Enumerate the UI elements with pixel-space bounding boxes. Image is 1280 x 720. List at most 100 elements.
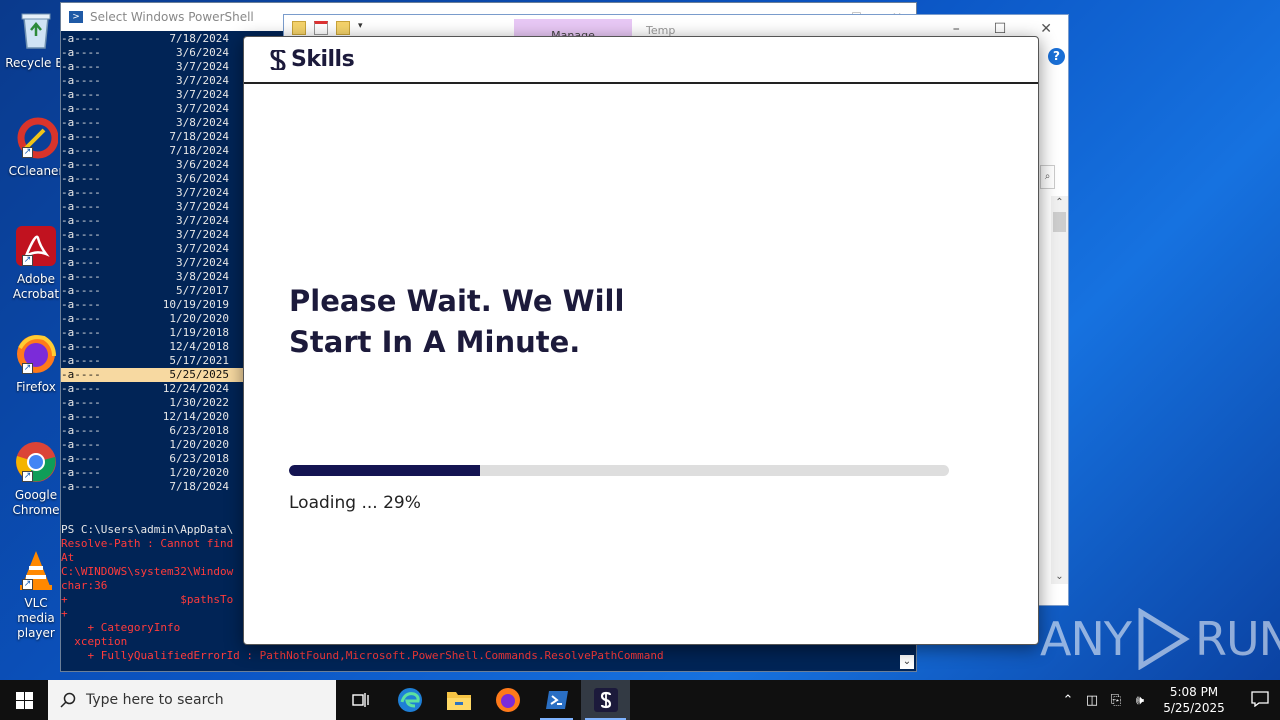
shortcut-arrow-icon: ↗ — [22, 255, 33, 266]
powershell-file-row: -a---- 10/19/2019 — [61, 298, 243, 312]
security-icon[interactable]: ◫ — [1080, 693, 1104, 708]
taskbar-powershell[interactable] — [532, 680, 581, 720]
file-date: 12/4/2018 — [169, 340, 229, 353]
powershell-file-row: -a---- 12/4/2018 — [61, 340, 243, 354]
chevron-up-icon[interactable]: ⌃ — [1056, 693, 1080, 708]
file-date: 7/18/2024 — [169, 480, 229, 493]
explorer-scrollbar[interactable]: ⌃ ⌄ — [1051, 196, 1068, 584]
file-attributes: -a---- — [61, 242, 101, 255]
powershell-file-row: -a---- 1/20/2020 — [61, 438, 243, 452]
system-tray: ⌃ ◫ ⎘ 🕪 5:08 PM 5/25/2025 — [1056, 680, 1280, 720]
file-date: 12/24/2024 — [162, 382, 229, 395]
network-icon[interactable]: ⎘ — [1104, 693, 1128, 708]
powershell-file-row: -a---- 1/20/2020 — [61, 312, 243, 326]
scroll-down-icon[interactable]: ⌄ — [900, 655, 914, 669]
shortcut-arrow-icon: ↗ — [22, 147, 33, 158]
powershell-file-row: -a---- 3/6/2024 — [61, 172, 243, 186]
powershell-file-row: -a---- 7/18/2024 — [61, 144, 243, 158]
skills-brand-name: Skills — [291, 47, 355, 72]
file-attributes: -a---- — [61, 214, 101, 227]
adobe-acrobat-icon: ↗ — [14, 224, 58, 268]
file-attributes: -a---- — [61, 270, 101, 283]
file-attributes: -a---- — [61, 74, 101, 87]
taskbar-file-explorer[interactable] — [434, 680, 483, 720]
desktop-icon-label: CCleaner — [8, 164, 64, 178]
file-attributes: -a---- — [61, 130, 101, 143]
help-icon[interactable]: ? — [1048, 48, 1065, 65]
volume-icon[interactable]: 🕪 — [1128, 693, 1152, 708]
file-date: 7/18/2024 — [169, 144, 229, 157]
desktop-icon-label: Recycle Bi — [5, 56, 67, 70]
taskbar-edge[interactable] — [385, 680, 434, 720]
file-attributes: -a---- — [61, 452, 101, 465]
file-date: 3/7/2024 — [176, 60, 229, 73]
taskbar-skills-app[interactable] — [581, 680, 630, 720]
file-attributes: -a---- — [61, 438, 101, 451]
scrollbar-thumb[interactable] — [1053, 212, 1066, 232]
file-attributes: -a---- — [61, 284, 101, 297]
quick-access-toolbar: ▾ — [292, 21, 372, 35]
desktop-icon-adobe-acrobat[interactable]: ↗ Adobe Acrobat — [4, 224, 68, 302]
minimize-icon[interactable]: – — [953, 21, 960, 37]
file-date: 5/25/2025 — [169, 368, 229, 381]
file-attributes: -a---- — [61, 312, 101, 325]
powershell-file-row: -a---- 3/7/2024 — [61, 88, 243, 102]
search-icon[interactable]: ⌕ — [1040, 165, 1055, 189]
powershell-file-row: -a---- 12/14/2020 — [61, 410, 243, 424]
file-attributes: -a---- — [61, 424, 101, 437]
chevron-down-icon[interactable]: ⌄ — [1051, 570, 1068, 584]
folder-icon[interactable] — [292, 21, 306, 35]
file-attributes: -a---- — [61, 326, 101, 339]
file-date: 3/7/2024 — [176, 74, 229, 87]
file-explorer-icon — [446, 692, 471, 710]
file-date: 10/19/2019 — [162, 298, 229, 311]
loading-heading-line2: Start In A Minute. — [289, 325, 581, 359]
taskbar-clock[interactable]: 5:08 PM 5/25/2025 — [1158, 684, 1230, 716]
chevron-down-icon[interactable]: ▾ — [358, 21, 372, 35]
file-date: 1/20/2020 — [169, 466, 229, 479]
file-date: 3/6/2024 — [176, 172, 229, 185]
powershell-file-row: -a---- 1/19/2018 — [61, 326, 243, 340]
notification-center-button[interactable] — [1240, 690, 1280, 710]
file-attributes: -a---- — [61, 256, 101, 269]
close-icon[interactable]: ✕ — [1040, 21, 1052, 37]
desktop-icon-label: Adobe Acrobat — [12, 272, 60, 301]
windows-logo-icon — [15, 691, 33, 709]
file-date: 3/8/2024 — [176, 116, 229, 129]
taskbar-firefox[interactable] — [483, 680, 532, 720]
file-attributes: -a---- — [61, 480, 101, 493]
skills-header: Skills — [244, 37, 1038, 84]
file-date: 3/7/2024 — [176, 256, 229, 269]
file-attributes: -a---- — [61, 466, 101, 479]
desktop-icon-google-chrome[interactable]: ↗ Google Chrome — [4, 440, 68, 518]
properties-icon[interactable] — [314, 21, 328, 35]
desktop-icon-ccleaner[interactable]: ↗ CCleaner — [4, 116, 68, 179]
task-view-button[interactable] — [336, 680, 385, 720]
watermark-prefix: ANY — [1040, 612, 1132, 666]
skills-app-icon — [593, 688, 618, 712]
shortcut-arrow-icon: ↗ — [22, 363, 33, 374]
window-controls: – ☐ ✕ — [953, 21, 1052, 37]
new-folder-icon[interactable] — [336, 21, 350, 35]
taskbar: Type here to search ⌃ ◫ ⎘ 🕪 5:08 PM 5/25… — [0, 680, 1280, 720]
desktop-icon-vlc[interactable]: ↗ VLC media player — [4, 548, 68, 641]
powershell-file-row: -a---- 3/6/2024 — [61, 46, 243, 60]
file-date: 6/23/2018 — [169, 424, 229, 437]
taskbar-search[interactable]: Type here to search — [48, 680, 336, 720]
chevron-up-icon[interactable]: ⌃ — [1051, 196, 1068, 210]
desktop-icon-recycle-bin[interactable]: Recycle Bi — [4, 8, 68, 71]
file-attributes: -a---- — [61, 410, 101, 423]
file-date: 3/7/2024 — [176, 88, 229, 101]
skills-logo: Skills — [270, 47, 355, 72]
powershell-file-row: -a---- 12/24/2024 — [61, 382, 243, 396]
file-date: 3/8/2024 — [176, 270, 229, 283]
desktop-icon-firefox[interactable]: ↗ Firefox — [4, 332, 68, 395]
start-button[interactable] — [0, 680, 48, 720]
powershell-file-row: -a---- 3/8/2024 — [61, 270, 243, 284]
shortcut-arrow-icon: ↗ — [22, 471, 33, 482]
maximize-icon[interactable]: ☐ — [994, 21, 1007, 37]
powershell-title: Select Windows PowerShell — [90, 10, 254, 24]
file-date: 3/6/2024 — [176, 158, 229, 171]
file-attributes: -a---- — [61, 144, 101, 157]
powershell-file-row: -a---- 5/25/2025 — [61, 368, 243, 382]
